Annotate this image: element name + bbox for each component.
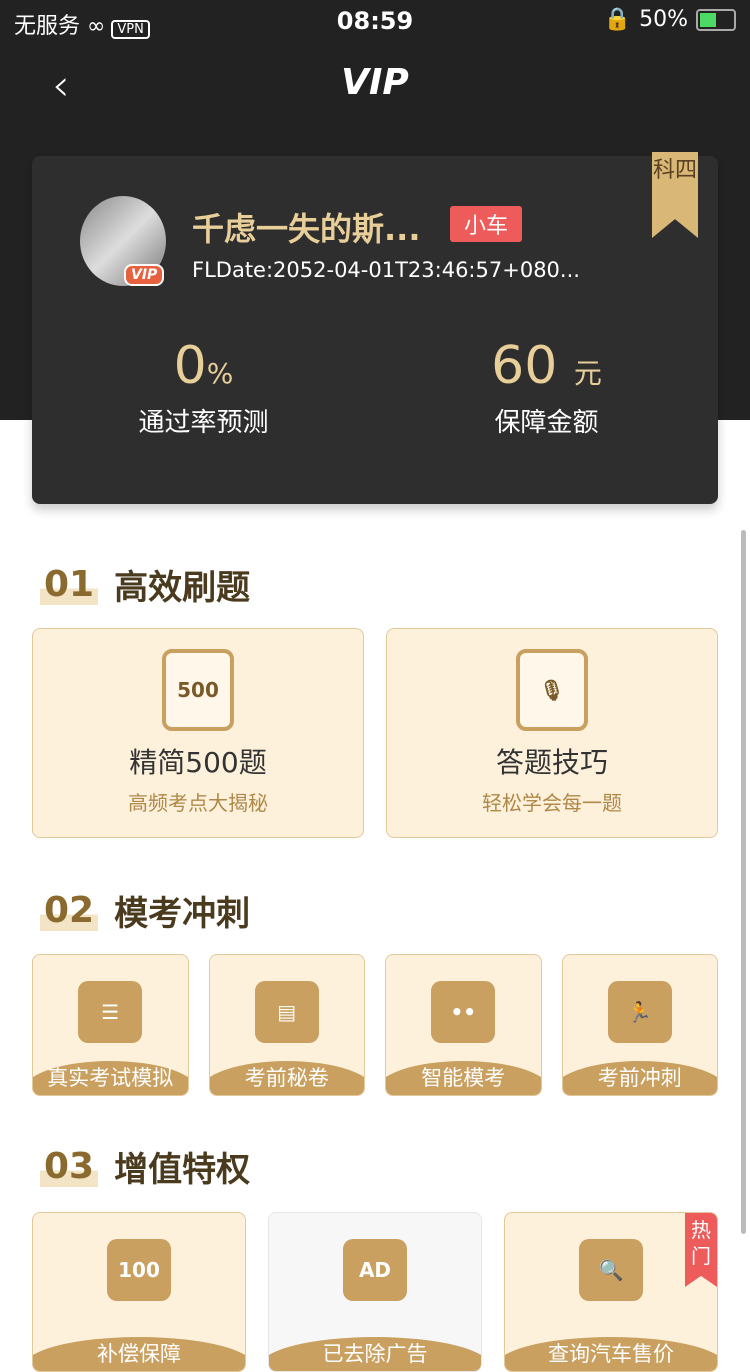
book-500-icon: 500	[162, 649, 234, 731]
section-title: 增值特权	[114, 1150, 251, 1190]
section-header: 01 高效刷题	[40, 560, 250, 609]
section-header: 03 增值特权	[40, 1142, 250, 1191]
pass-rate-label: 通过率预测	[138, 408, 269, 438]
hot-badge: 热门	[685, 1213, 717, 1287]
robot-icon: ••	[431, 981, 496, 1043]
feature-card[interactable]: ▤ 考前秘卷	[208, 954, 365, 1096]
section-header: 02 模考冲刺	[40, 886, 250, 935]
item-label: 查询汽车售价	[505, 1337, 717, 1371]
section-title: 模考冲刺	[114, 894, 251, 934]
section-number: 02	[40, 890, 99, 931]
item-label: 智能模考	[385, 1061, 541, 1095]
expiry-date: FLDate:2052-04-01T23:46:57+080...	[192, 258, 580, 282]
item-subtitle: 轻松学会每一题	[482, 791, 622, 815]
feature-card[interactable]: •• 智能模考	[385, 954, 542, 1096]
pass-rate-value: 0	[173, 336, 207, 396]
ticket-100-icon: 100	[107, 1239, 171, 1301]
battery-percent: 50%	[639, 7, 688, 32]
vip-profile-card: VIP 千虑一失的斯... 小车 FLDate:2052-04-01T23:46…	[32, 152, 718, 504]
user-name: 千虑一失的斯...	[192, 210, 421, 248]
item-label: 考前冲刺	[562, 1061, 718, 1095]
item-label: 答题技巧	[495, 746, 608, 779]
page-title: VIP	[341, 62, 409, 103]
section-title: 高效刷题	[114, 568, 251, 608]
rotation-lock-icon: 🔒	[603, 7, 632, 32]
feature-card[interactable]: 🎙 答题技巧轻松学会每一题	[386, 628, 718, 838]
item-label: 已去除广告	[269, 1337, 481, 1371]
feature-card[interactable]: ☰ 真实考试模拟	[32, 954, 189, 1096]
feature-card[interactable]: 100 补偿保障	[32, 1212, 246, 1372]
scrollbar[interactable]	[741, 530, 746, 1234]
amount-label: 保障金额	[494, 408, 599, 438]
car-search-icon: 🔍	[579, 1239, 643, 1301]
car-type-tag: 小车	[450, 206, 523, 242]
microphone-icon: 🎙	[516, 649, 588, 731]
feature-card[interactable]: 🔍 查询汽车售价 热门	[504, 1212, 718, 1372]
checklist-icon: ☰	[78, 981, 143, 1043]
item-subtitle: 高频考点大揭秘	[128, 791, 268, 815]
feature-card[interactable]: 500 精简500题高频考点大揭秘	[32, 628, 364, 838]
subject-ribbon: 科四	[652, 152, 698, 238]
item-label: 精简500题	[129, 746, 267, 779]
vip-badge: VIP	[124, 264, 165, 286]
no-ad-icon: AD	[343, 1239, 407, 1301]
pass-rate-unit: %	[206, 357, 234, 390]
runner-icon: 🏃	[607, 981, 672, 1043]
item-label: 考前秘卷	[209, 1061, 365, 1095]
feature-card[interactable]: AD 已去除广告	[268, 1212, 482, 1372]
feature-card[interactable]: 🏃 考前冲刺	[561, 954, 718, 1096]
status-bar: 无服务 ∞ VPN 08:59 🔒 50%	[0, 0, 750, 40]
item-label: 真实考试模拟	[32, 1061, 188, 1095]
clipboard-icon: ▤	[254, 981, 319, 1043]
amount-value: 60	[491, 336, 558, 396]
item-label: 补偿保障	[33, 1337, 245, 1371]
battery-icon	[696, 8, 736, 31]
amount-unit: 元	[573, 357, 602, 390]
section-number: 01	[40, 564, 99, 605]
section-number: 03	[40, 1146, 99, 1187]
